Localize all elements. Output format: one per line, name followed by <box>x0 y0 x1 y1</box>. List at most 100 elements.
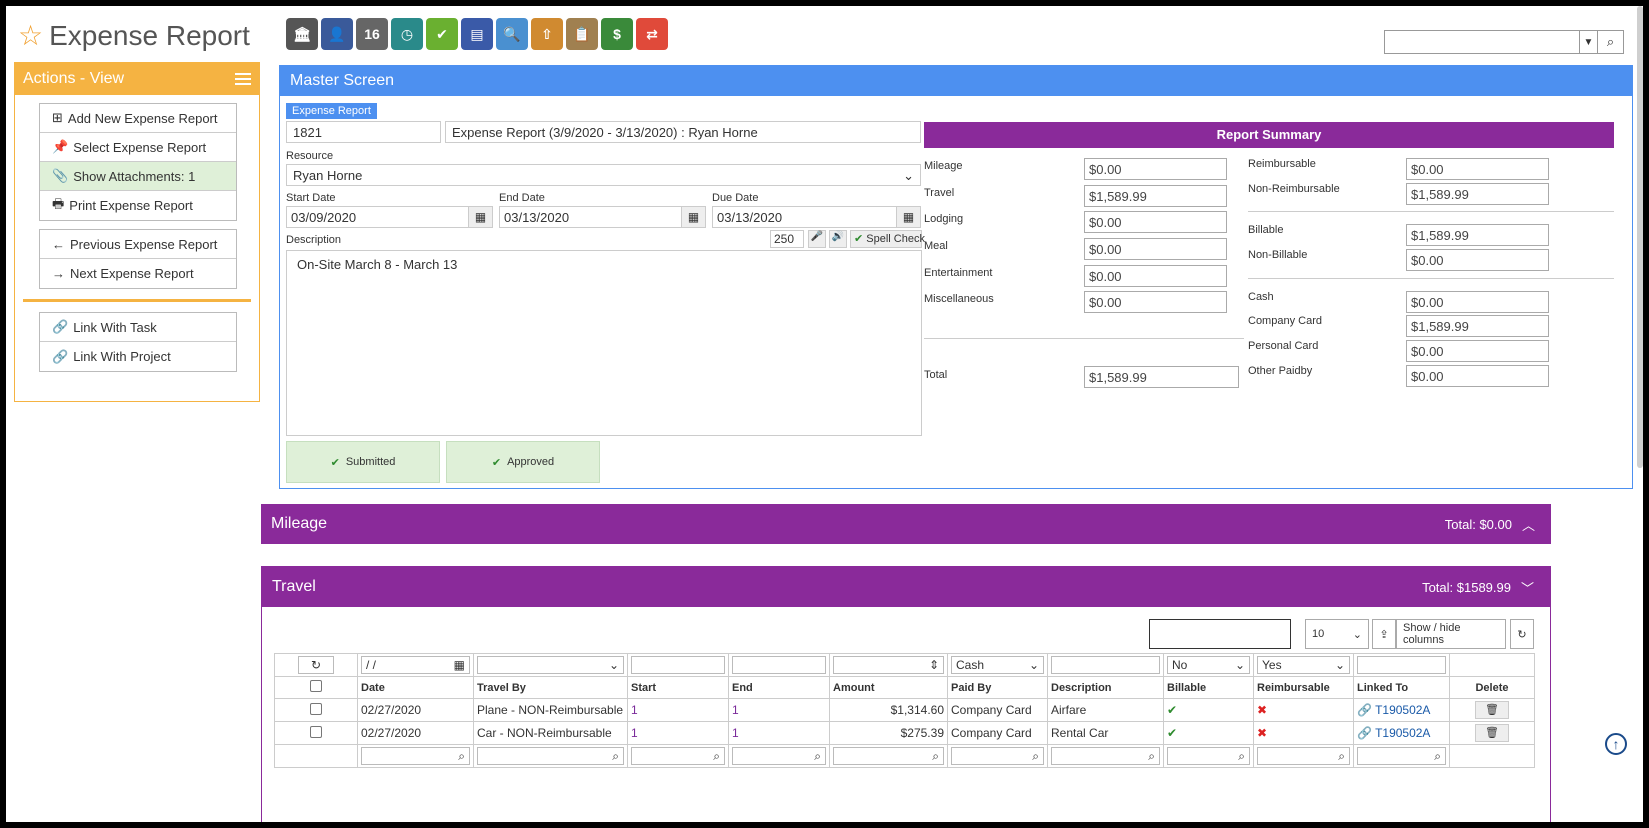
start-date-field[interactable]: 03/09/2020 ▦ <box>286 206 493 228</box>
report-id-field[interactable]: 1821 <box>286 121 441 143</box>
expense-report-tag: Expense Report <box>286 103 377 119</box>
filter-billable[interactable]: No ⌄ <box>1167 656 1250 674</box>
column-header[interactable]: Amount <box>829 676 948 699</box>
description-textarea[interactable]: On-Site March 8 - March 13 <box>286 250 922 436</box>
bank-icon[interactable]: 🏛 <box>286 18 318 50</box>
chevron-down-icon[interactable]: ﹀ <box>1521 578 1534 597</box>
filter-start[interactable] <box>631 656 725 674</box>
row-checkbox[interactable] <box>310 725 322 738</box>
column-header[interactable]: Travel By <box>473 676 628 699</box>
column-search-input[interactable]: ⌕ <box>361 747 470 765</box>
resource-select[interactable]: Ryan Horne ⌄ <box>286 164 921 186</box>
page-size-select[interactable]: 10 ⌄ <box>1305 619 1369 649</box>
column-search-input[interactable]: ⌕ <box>1051 747 1160 765</box>
favorite-star-icon[interactable]: ☆ <box>18 22 43 50</box>
calendar-icon[interactable]: ▦ <box>468 207 492 227</box>
sync-icon[interactable]: ⇄ <box>636 18 668 50</box>
scrollbar[interactable] <box>1637 6 1643 468</box>
next-expense-report-button[interactable]: → Next Expense Report <box>40 259 236 288</box>
user-icon[interactable]: 👤 <box>321 18 353 50</box>
chevron-up-icon[interactable]: ︿ <box>1522 515 1535 534</box>
spell-check-button[interactable]: ✔ Spell Check <box>850 230 925 248</box>
column-search-input[interactable]: ⌕ <box>951 747 1044 765</box>
travel-search-input[interactable] <box>1149 619 1291 649</box>
summary-row: Non-Billable $0.00 <box>1248 247 1614 272</box>
refresh-icon[interactable]: ↻ <box>1510 619 1534 649</box>
column-header[interactable]: End <box>728 676 830 699</box>
trash-icon[interactable]: 🗑 <box>1475 701 1509 719</box>
master-screen-panel: Master Screen Expense Report 1821 Expens… <box>279 65 1633 489</box>
travel-header[interactable]: Travel Total: $1589.99 ﹀ <box>262 567 1550 607</box>
search-icon[interactable]: ⌕ <box>1597 31 1623 53</box>
filter-linked-to[interactable] <box>1357 656 1446 674</box>
filter-delete[interactable] <box>1453 656 1531 674</box>
approved-button[interactable]: ✔ Approved <box>446 441 600 483</box>
column-header[interactable]: Billable <box>1163 676 1254 699</box>
linked-task-link[interactable]: T190502A <box>1375 726 1430 740</box>
row-checkbox[interactable] <box>310 702 322 715</box>
trash-icon[interactable]: 🗑 <box>1475 724 1509 742</box>
calendar-icon[interactable]: ▦ <box>681 207 705 227</box>
column-search-input[interactable]: ⌕ <box>1257 747 1350 765</box>
column-header[interactable]: Delete <box>1449 676 1535 699</box>
calendar-icon[interactable]: ▦ <box>896 207 920 227</box>
select-all-checkbox[interactable] <box>310 680 322 692</box>
microphone-icon[interactable]: 🎤 <box>808 230 826 248</box>
linked-to-cell: 🔗 T190502A <box>1353 721 1450 745</box>
filter-reimbursable[interactable]: Yes ⌄ <box>1257 656 1350 674</box>
column-search-input[interactable]: ⌕ <box>631 747 725 765</box>
column-header[interactable]: Date <box>357 676 474 699</box>
filter-reset[interactable]: ↻ <box>298 656 334 674</box>
linked-task-link[interactable]: T190502A <box>1375 703 1430 717</box>
chevron-down-icon: ⌄ <box>1028 658 1039 672</box>
reset-icon[interactable]: ↻ <box>311 658 321 672</box>
summary-label: Meal <box>924 240 948 253</box>
column-header[interactable]: Start <box>627 676 729 699</box>
export-icon[interactable]: ⇪ <box>1372 619 1396 649</box>
column-header[interactable]: Reimbursable <box>1253 676 1354 699</box>
hamburger-menu-icon[interactable] <box>235 73 251 85</box>
show-hide-columns-button[interactable]: Show / hide columns <box>1396 619 1506 649</box>
print-expense-report-button[interactable]: 🖶 Print Expense Report <box>40 191 236 220</box>
magnifier-icon[interactable]: 🔍 <box>496 18 528 50</box>
clock-icon[interactable]: ◷ <box>391 18 423 50</box>
column-search-input[interactable]: ⌕ <box>1167 747 1250 765</box>
mileage-header[interactable]: Mileage Total: $0.00 ︿ <box>261 504 1551 544</box>
column-search-input[interactable]: ⌕ <box>833 747 944 765</box>
global-search-input[interactable] <box>1385 31 1579 53</box>
due-date-field[interactable]: 03/13/2020 ▦ <box>712 206 921 228</box>
keyboard-icon[interactable]: ▤ <box>461 18 493 50</box>
column-header[interactable]: Linked To <box>1353 676 1450 699</box>
speaker-icon[interactable]: 🔊 <box>829 230 847 248</box>
money-icon[interactable]: $ <box>601 18 633 50</box>
submitted-button[interactable]: ✔ Submitted <box>286 441 440 483</box>
reimbursable-cell: ✖ <box>1253 698 1354 722</box>
previous-expense-report-button[interactable]: ← Previous Expense Report <box>40 230 236 259</box>
column-search-input[interactable]: ⌕ <box>1357 747 1446 765</box>
mileage-panel[interactable]: Mileage Total: $0.00 ︿ <box>261 504 1551 544</box>
filter-date[interactable]: / / ▦ <box>361 656 470 674</box>
link-with-project-button[interactable]: 🔗 Link With Project <box>40 342 236 371</box>
filter-end[interactable] <box>732 656 826 674</box>
add-new-expense-report-button[interactable]: ⊞ Add New Expense Report <box>40 104 236 133</box>
column-search-input[interactable]: ⌕ <box>477 747 624 765</box>
calendar-icon[interactable]: 16 <box>356 18 388 50</box>
checkmark-icon[interactable]: ✔ <box>426 18 458 50</box>
column-search-input[interactable]: ⌕ <box>732 747 826 765</box>
select-expense-report-button[interactable]: 📌 Select Expense Report <box>40 133 236 162</box>
report-name-field[interactable]: Expense Report (3/9/2020 - 3/13/2020) : … <box>445 121 921 143</box>
scroll-to-top-icon[interactable]: ↑ <box>1605 733 1627 755</box>
column-header[interactable]: Description <box>1047 676 1164 699</box>
column-header[interactable]: Paid By <box>947 676 1048 699</box>
end-date-field[interactable]: 03/13/2020 ▦ <box>499 206 706 228</box>
clipboard-icon[interactable]: 📋 <box>566 18 598 50</box>
upload-box-icon[interactable]: ⇧ <box>531 18 563 50</box>
link-with-task-button[interactable]: 🔗 Link With Task <box>40 313 236 342</box>
filter-paid-by[interactable]: Cash ⌄ <box>951 656 1044 674</box>
summary-value: $0.00 <box>1406 340 1549 363</box>
chevron-down-icon[interactable]: ▼ <box>1579 31 1597 53</box>
show-attachments-button[interactable]: 📎 Show Attachments: 1 <box>40 162 236 191</box>
filter-amount[interactable]: ⇕ <box>833 656 944 674</box>
filter-travel-by[interactable]: ⌄ <box>477 656 624 674</box>
filter-description[interactable] <box>1051 656 1160 674</box>
